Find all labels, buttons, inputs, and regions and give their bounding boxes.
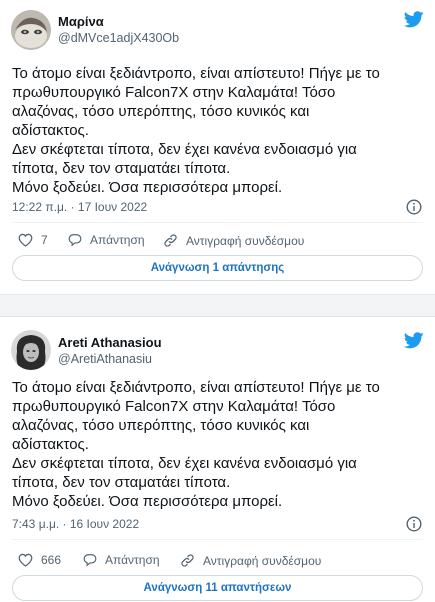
info-icon[interactable] bbox=[406, 516, 422, 532]
tweet-text: Το άτομο είναι ξεδιάντροπο, είναι απίστε… bbox=[12, 64, 427, 197]
twitter-bird-icon[interactable] bbox=[403, 332, 424, 349]
user-handle[interactable]: @AretiAthanasiu bbox=[58, 352, 152, 366]
text-line: αλαζόνας, τόσο υπερόπτης, τόσο κυνικός κ… bbox=[12, 417, 310, 434]
read-replies-button[interactable]: Ανάγνωση 11 απαντήσεων bbox=[12, 575, 423, 601]
link-icon bbox=[181, 554, 194, 567]
reply-label: Απάντηση bbox=[105, 553, 160, 567]
tweet-card-areti: Areti Athanasiou @AretiAthanasiu Το άτομ… bbox=[0, 316, 435, 602]
divider bbox=[12, 222, 423, 223]
text-line: Δεν σκέφτεται τίποτα, δεν έχει κανένα εν… bbox=[12, 141, 357, 158]
text-line: αδίστακτος. bbox=[12, 436, 89, 453]
text-line: Μόνο ξοδεύει. Όσα περισσότερα μπορεί. bbox=[12, 493, 283, 510]
text-line: αλαζόνας, τόσο υπερόπτης, τόσο κυνικός κ… bbox=[12, 103, 310, 120]
reply-label: Απάντηση bbox=[90, 233, 145, 247]
display-name[interactable]: Areti Athanasiou bbox=[58, 335, 162, 350]
avatar[interactable] bbox=[11, 330, 51, 370]
info-icon[interactable] bbox=[406, 199, 422, 215]
link-icon bbox=[164, 234, 177, 247]
tweet-text: Το άτομο είναι ξεδιάντροπο, είναι απίστε… bbox=[12, 378, 427, 511]
copy-link-button[interactable]: Αντιγραφή συνδέσμου bbox=[180, 553, 321, 568]
reply-button[interactable]: Απάντηση bbox=[68, 233, 145, 247]
reply-bubble-icon bbox=[83, 554, 97, 567]
avatar[interactable] bbox=[11, 10, 51, 50]
copy-link-label: Αντιγραφή συνδέσμου bbox=[203, 553, 322, 568]
text-line: Δεν σκέφτεται τίποτα, δεν έχει κανένα εν… bbox=[12, 455, 357, 472]
user-handle[interactable]: @dMVce1adjX430Ob bbox=[58, 31, 179, 45]
text-line: Το άτομο είναι ξεδιάντροπο, είναι απίστε… bbox=[12, 379, 380, 396]
divider bbox=[12, 539, 423, 540]
text-line: τίποτα, δεν τον σταματάει τίποτα. bbox=[12, 160, 231, 177]
reply-button[interactable]: Απάντηση bbox=[83, 553, 160, 567]
reply-bubble-icon bbox=[68, 234, 82, 247]
text-line: Το άτομο είναι ξεδιάντροπο, είναι απίστε… bbox=[12, 65, 380, 82]
like-button[interactable]: 7 bbox=[18, 233, 48, 247]
like-count: 7 bbox=[41, 233, 48, 247]
display-name[interactable]: Μαρίνα bbox=[58, 14, 104, 29]
like-button[interactable]: 666 bbox=[18, 553, 61, 567]
text-line: αδίστακτος. bbox=[12, 122, 89, 139]
like-count: 666 bbox=[41, 553, 62, 567]
twitter-bird-icon[interactable] bbox=[403, 11, 424, 28]
tweet-timestamp[interactable]: 7:43 μ.μ. · 16 Ιουν 2022 bbox=[12, 517, 139, 531]
copy-link-label: Αντιγραφή συνδέσμου bbox=[186, 233, 305, 248]
read-replies-button[interactable]: Ανάγνωση 1 απάντησης bbox=[12, 255, 423, 281]
card-separator bbox=[0, 295, 435, 316]
heart-icon bbox=[18, 233, 33, 247]
copy-link-button[interactable]: Αντιγραφή συνδέσμου bbox=[163, 233, 304, 248]
text-line: τίποτα, δεν τον σταματάει τίποτα. bbox=[12, 474, 231, 491]
tweet-card-marina: Μαρίνα @dMVce1adjX430Ob Το άτομο είναι ξ… bbox=[0, 0, 435, 295]
tweet-timestamp[interactable]: 12:22 π.μ. · 17 Ιουν 2022 bbox=[12, 200, 147, 214]
text-line: πρωθυπουργικό Falcon7X στην Καλαμάτα! Τό… bbox=[12, 398, 336, 415]
heart-icon bbox=[18, 553, 33, 567]
text-line: πρωθυπουργικό Falcon7X στην Καλαμάτα! Τό… bbox=[12, 84, 336, 101]
text-line: Μόνο ξοδεύει. Όσα περισσότερα μπορεί. bbox=[12, 179, 283, 196]
